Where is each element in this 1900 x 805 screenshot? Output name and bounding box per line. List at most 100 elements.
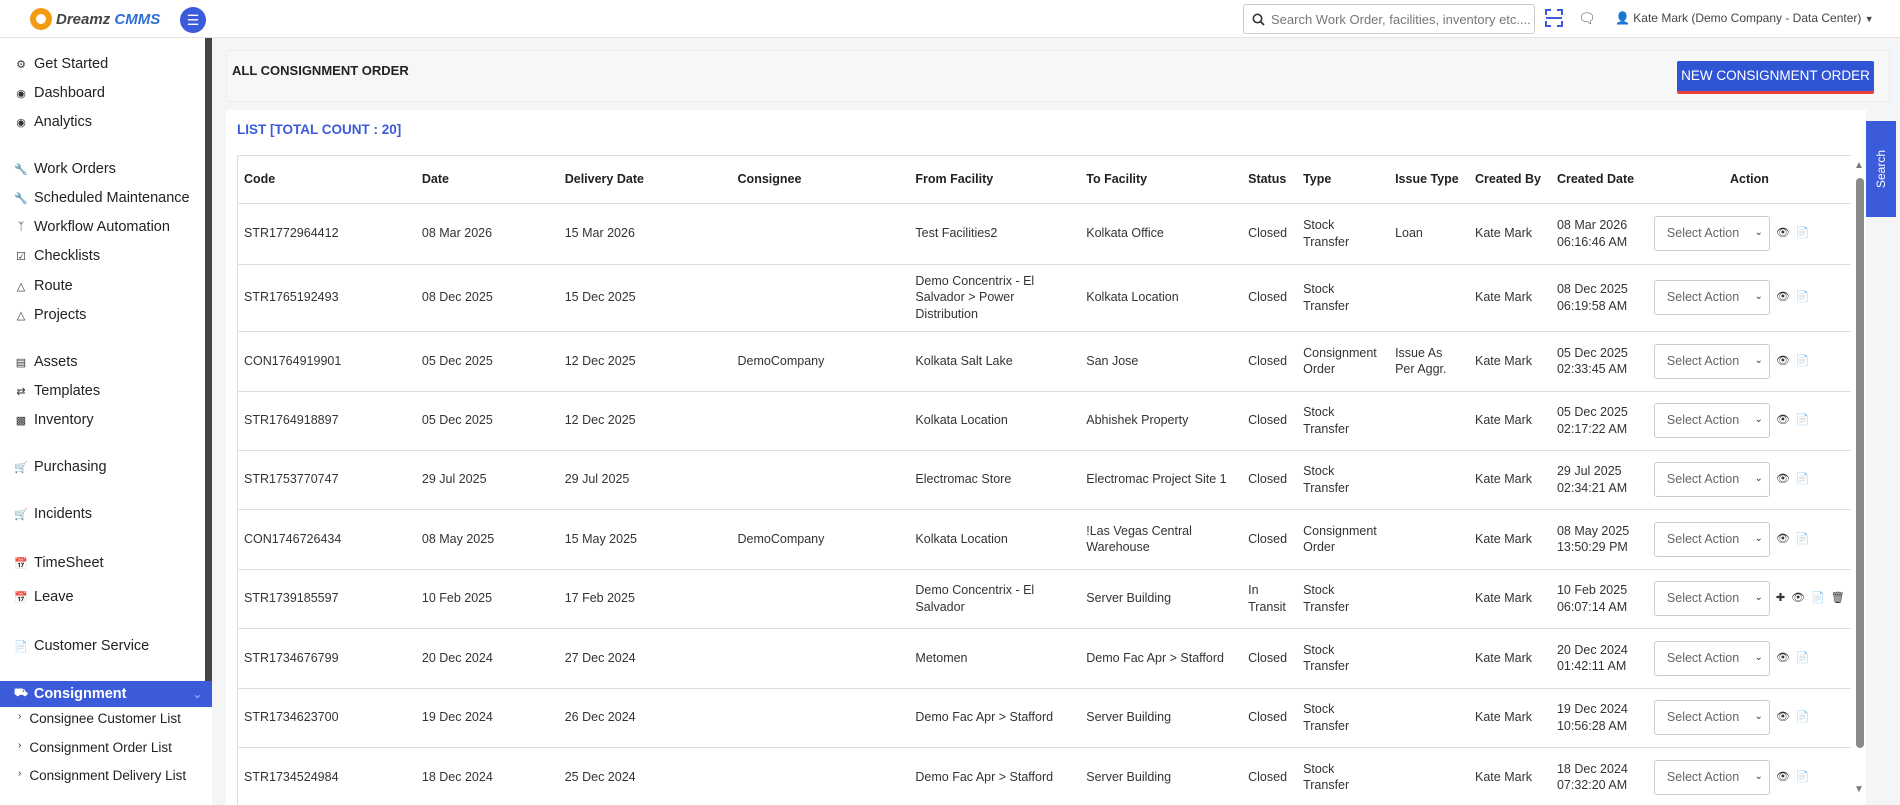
chat-icon[interactable]: 🗨 — [1578, 10, 1596, 27]
file-icon[interactable]: 📄 — [1796, 769, 1810, 786]
column-header[interactable]: To Facility — [1080, 156, 1243, 204]
select-action-dropdown[interactable]: Select Action ⌄ — [1653, 521, 1770, 557]
column-header[interactable]: Created By — [1469, 156, 1551, 204]
sidebar-item-get-started[interactable]: ⚙ Get Started — [14, 56, 108, 72]
menu-toggle-icon[interactable]: ☰ — [180, 7, 206, 33]
file-icon[interactable]: 📄 — [1796, 289, 1810, 306]
sidebar-subitem-consignment-delivery-list[interactable]: › Consignment Delivery List — [18, 768, 186, 783]
table-row[interactable]: STR1764918897 05 Dec 2025 12 Dec 2025 Kolka… — [238, 391, 1851, 451]
select-action-dropdown[interactable]: Select Action ⌄ — [1653, 403, 1770, 438]
user-menu[interactable]: 👤 Kate Mark (Demo Company - Data Center)… — [1615, 11, 1874, 25]
chevron-right-icon: › — [18, 740, 22, 751]
table-row[interactable]: CON1764919901 05 Dec 2025 12 Dec 2025 DemoC… — [238, 331, 1851, 392]
select-action-dropdown[interactable]: Select Action ⌄ — [1653, 640, 1770, 676]
table-scrollbar[interactable]: ▲ ▼ — [1854, 160, 1866, 800]
file-icon[interactable]: 📄 — [1796, 353, 1810, 370]
sidebar-item-purchasing[interactable]: 🛒 Purchasing — [14, 459, 106, 475]
select-action-dropdown[interactable]: Select Action ⌄ — [1653, 759, 1770, 795]
table-row[interactable]: STR1753770747 29 Jul 2025 29 Jul 2025 Elect… — [238, 450, 1851, 510]
column-header[interactable]: Delivery Date — [558, 156, 732, 204]
select-action-dropdown[interactable]: Select Action ⌄ — [1653, 581, 1770, 616]
scroll-up-icon[interactable]: ▲ — [1854, 160, 1864, 171]
select-action-dropdown[interactable]: Select Action ⌄ — [1653, 462, 1770, 497]
file-icon[interactable]: 📄 — [1796, 531, 1810, 548]
cell-from: Demo Fac Apr > Stafford — [909, 747, 1081, 805]
column-header[interactable]: Issue Type — [1389, 156, 1470, 204]
sidebar-scrollbar[interactable] — [205, 38, 212, 685]
sidebar-item-analytics[interactable]: ◉ Analytics — [14, 114, 92, 130]
sidebar-item-timesheet[interactable]: 📅 TimeSheet — [14, 555, 103, 571]
eye-icon[interactable]: 👁 — [1776, 709, 1790, 726]
select-action-label: Select Action — [1666, 710, 1740, 725]
select-action-dropdown[interactable]: Select Action ⌄ — [1653, 280, 1770, 315]
sidebar-item-workflow-automation[interactable]: ᛉ Workflow Automation — [14, 219, 170, 235]
sidebar-item-route[interactable]: △ Route — [14, 278, 73, 294]
sidebar-item-templates[interactable]: ⇄ Templates — [14, 383, 100, 399]
sidebar-subitem-consignment-order-list[interactable]: › Consignment Order List — [18, 740, 172, 755]
sidebar-item-scheduled-maintenance[interactable]: 🔧 Scheduled Maintenance — [14, 190, 189, 206]
sidebar-item-checklists[interactable]: ☑ Checklists — [14, 248, 100, 264]
select-action-dropdown[interactable]: Select Action ⌄ — [1653, 700, 1770, 735]
table-row[interactable]: STR1772964412 08 Mar 2026 15 Mar 2026 Test … — [238, 203, 1851, 265]
column-header[interactable]: Status — [1242, 156, 1298, 204]
scroll-down-icon[interactable]: ▼ — [1854, 784, 1864, 795]
sidebar-item-customer-service[interactable]: 📄 Customer Service — [14, 638, 149, 654]
eye-icon[interactable]: 👁 — [1776, 225, 1790, 242]
eye-icon[interactable]: 👁 — [1776, 769, 1790, 786]
sidebar-item-leave[interactable]: 📅 Leave — [14, 589, 73, 605]
column-header[interactable]: Type — [1297, 156, 1390, 204]
cell-delivery: 26 Dec 2024 — [558, 688, 732, 748]
trash-icon[interactable]: 🗑 — [1831, 590, 1845, 607]
sidebar-item-consignment[interactable]: ⛟ Consignment ⌄ — [0, 681, 212, 707]
table-row[interactable]: CON1746726434 08 May 2025 15 May 2025 DemoC… — [238, 509, 1851, 570]
new-consignment-order-button[interactable]: NEW CONSIGNMENT ORDER — [1677, 61, 1874, 94]
table-row[interactable]: STR1765192493 08 Dec 2025 15 Dec 2025 Demo … — [238, 264, 1851, 332]
sidebar-subitem-consignee-customer-list[interactable]: › Consignee Customer List — [18, 711, 181, 726]
select-action-dropdown[interactable]: Select Action ⌄ — [1653, 343, 1770, 379]
scroll-thumb[interactable] — [1856, 178, 1864, 748]
eye-icon[interactable]: 👁 — [1776, 353, 1790, 370]
cell-date: 10 Feb 2025 — [415, 569, 559, 629]
sidebar-item-work-orders[interactable]: 🔧 Work Orders — [14, 161, 116, 177]
file-icon[interactable]: 📄 — [1796, 412, 1810, 429]
file-icon[interactable]: 📄 — [1811, 590, 1825, 607]
logo-gear-icon — [30, 8, 52, 30]
file-icon[interactable]: 📄 — [1796, 471, 1810, 488]
sidebar-item-dashboard[interactable]: ◉ Dashboard — [14, 85, 105, 101]
cell-status: Closed — [1242, 331, 1298, 392]
table-row[interactable]: STR1734623700 19 Dec 2024 26 Dec 2024 Demo … — [238, 688, 1851, 748]
app-logo[interactable]: Dreamz CMMS — [30, 8, 160, 30]
table-row[interactable]: STR1734676799 20 Dec 2024 27 Dec 2024 Metom… — [238, 628, 1851, 689]
sidebar-item-incidents[interactable]: 🛒 Incidents — [14, 506, 92, 522]
column-header[interactable]: From Facility — [909, 156, 1081, 204]
eye-icon[interactable]: 👁 — [1791, 590, 1805, 607]
sidebar-item-assets[interactable]: ▤ Assets — [14, 354, 78, 370]
table-row[interactable]: STR1739185597 10 Feb 2025 17 Feb 2025 Demo … — [238, 569, 1851, 629]
column-header[interactable]: Code — [238, 156, 416, 204]
cell-delivery: 12 Dec 2025 — [558, 331, 732, 392]
eye-icon[interactable]: 👁 — [1776, 471, 1790, 488]
eye-icon[interactable]: 👁 — [1776, 650, 1790, 667]
file-icon[interactable]: 📄 — [1796, 225, 1810, 242]
cell-by: Kate Mark — [1469, 747, 1551, 805]
cell-code: STR1764918897 — [238, 391, 416, 451]
sidebar-item-inventory[interactable]: ▩ Inventory — [14, 412, 94, 428]
scan-icon[interactable] — [1544, 8, 1564, 33]
column-header[interactable]: Date — [415, 156, 559, 204]
column-header[interactable]: Action — [1647, 156, 1851, 204]
sidebar-item-projects[interactable]: △ Projects — [14, 307, 87, 323]
eye-icon[interactable]: 👁 — [1776, 531, 1790, 548]
eye-icon[interactable]: 👁 — [1776, 289, 1790, 306]
select-action-dropdown[interactable]: Select Action ⌄ — [1653, 216, 1770, 251]
file-icon[interactable]: 📄 — [1796, 709, 1810, 726]
global-search[interactable] — [1243, 4, 1535, 34]
column-header[interactable]: Created Date — [1550, 156, 1648, 204]
search-input[interactable] — [1271, 11, 1531, 27]
search-side-tab[interactable]: Search — [1866, 121, 1896, 217]
file-icon[interactable]: 📄 — [1796, 650, 1810, 667]
plus-icon[interactable]: ✚ — [1776, 590, 1785, 607]
cell-consignee — [731, 203, 910, 265]
column-header[interactable]: Consignee — [731, 156, 910, 204]
eye-icon[interactable]: 👁 — [1776, 412, 1790, 429]
table-row[interactable]: STR1734524984 18 Dec 2024 25 Dec 2024 Demo … — [238, 747, 1851, 805]
